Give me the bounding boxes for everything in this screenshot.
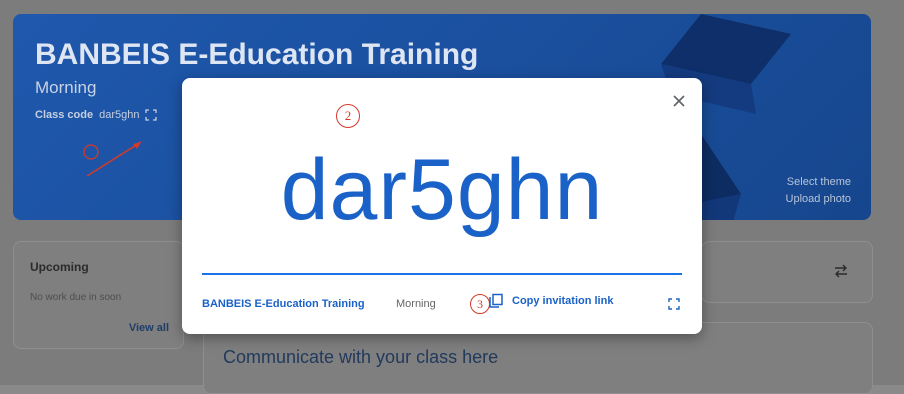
upcoming-title: Upcoming: [30, 260, 89, 274]
fullscreen-icon[interactable]: [145, 109, 158, 121]
stream-header-card: [701, 241, 873, 303]
copy-icon: [489, 293, 503, 308]
class-code-label: Class code: [35, 109, 94, 121]
dialog-section: Morning: [396, 298, 436, 310]
annotation-marker-2: 2: [336, 104, 360, 128]
fullscreen-icon[interactable]: [668, 298, 680, 310]
view-all-link[interactable]: View all: [129, 322, 169, 334]
theme-links: Select theme Upload photo: [786, 174, 851, 208]
annotation-marker-3: 3: [470, 294, 490, 314]
dialog-class-name: BANBEIS E-Education Training: [202, 298, 365, 310]
copy-invitation-link-label: Copy invitation link: [512, 295, 614, 307]
communicate-text: Communicate with your class here: [223, 347, 499, 367]
close-icon[interactable]: [670, 92, 688, 110]
upcoming-card: Upcoming No work due in soon View all: [13, 241, 184, 349]
copy-invitation-link-button[interactable]: Copy invitation link: [488, 293, 613, 309]
upcoming-empty-text: No work due in soon: [30, 292, 122, 303]
swap-icon[interactable]: [832, 262, 850, 280]
class-title: BANBEIS E-Education Training: [35, 38, 479, 71]
class-code-row: Class code dar5ghn: [35, 109, 158, 121]
class-code-dialog: 2 dar5ghn BANBEIS E-Education Training M…: [182, 78, 702, 334]
class-section: Morning: [35, 78, 97, 97]
class-code-display: dar5ghn: [280, 142, 604, 238]
upload-photo-link[interactable]: Upload photo: [786, 191, 851, 208]
divider: [202, 273, 682, 275]
class-code-value: dar5ghn: [99, 109, 140, 121]
annotation-arrow: [83, 141, 142, 177]
select-theme-link[interactable]: Select theme: [786, 174, 851, 191]
